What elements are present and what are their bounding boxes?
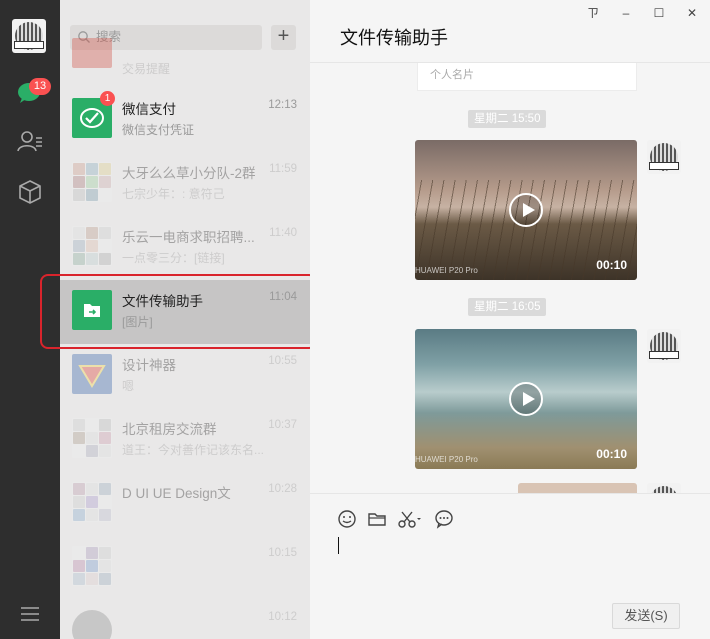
chat-item-contact[interactable]: 10:12	[60, 600, 310, 639]
video-duration: 00:10	[596, 447, 627, 461]
video-duration: 00:10	[596, 258, 627, 272]
chat-name: D UI UE Design文	[122, 486, 231, 501]
sender-avatar[interactable]	[647, 483, 681, 493]
message-list: 个人名片 星期二 15:50 HUAWEI P20 Pro 00:10 星期二 …	[310, 63, 710, 493]
scissors-icon[interactable]	[397, 509, 423, 529]
message-composer: 发送(S)	[310, 493, 710, 639]
text-input-caret[interactable]	[338, 537, 339, 554]
chat-item-file-transfer[interactable]: 文件传输助手 11:04 [图片]	[60, 280, 310, 344]
chat-name: 文件传输助手	[122, 294, 203, 309]
avatar-tag	[14, 41, 44, 49]
folder-icon[interactable]	[367, 509, 387, 529]
group-avatar	[72, 162, 112, 202]
favorites-box-icon[interactable]	[16, 178, 44, 206]
chat-item-group[interactable]: 乐云一电商求职招聘... 11:40 一点零三分：[链接]	[60, 216, 310, 280]
user-avatar[interactable]	[12, 19, 46, 53]
conversation-title: 文件传输助手	[340, 28, 448, 48]
chat-item-design-tools[interactable]: 设计神器 10:55 嗯	[60, 344, 310, 408]
chat-preview: [图片]	[122, 315, 153, 329]
close-button[interactable]: ✕	[682, 5, 702, 21]
chat-avatar	[72, 38, 112, 68]
superman-logo-icon	[78, 365, 106, 388]
group-avatar	[72, 226, 112, 266]
chat-time: 11:40	[269, 227, 297, 239]
chat-item-wechat-pay[interactable]: 1 微信支付 12:13 微信支付凭证	[60, 88, 310, 152]
contacts-icon[interactable]	[16, 128, 44, 156]
message-time: 星期二 16:05	[468, 298, 547, 316]
group-avatar	[72, 546, 112, 586]
minimize-button[interactable]: –	[616, 5, 636, 21]
chat-preview: 一点零三分：[链接]	[122, 251, 225, 265]
contact-card-message[interactable]: 个人名片	[417, 63, 637, 91]
chat-time: 11:59	[269, 163, 297, 175]
chat-name: 大牙么么草小分队-2群	[122, 166, 256, 181]
group-avatar	[72, 482, 112, 522]
chat-preview: 交易提醒	[122, 62, 171, 76]
menu-icon[interactable]	[16, 600, 44, 628]
chat-time: 10:12	[268, 611, 297, 623]
chat-time: 10:15	[268, 547, 297, 559]
chat-list-panel: 搜索 + 交易提醒 1 微信支付 12:13 微信支付凭证 大牙么么草小分队-2…	[60, 0, 310, 639]
video-message[interactable]: HUAWEI P20 Pro 00:10	[415, 329, 637, 469]
conversation-panel: 文件传输助手 ㄗ – ☐ ✕ 个人名片 星期二 15:50 HUAWEI P20…	[310, 0, 710, 639]
sender-avatar[interactable]	[647, 329, 681, 363]
play-icon[interactable]	[509, 193, 543, 227]
pin-icon[interactable]: ㄗ	[583, 5, 603, 21]
emoji-icon[interactable]	[337, 509, 357, 529]
send-button[interactable]: 发送(S)	[612, 603, 680, 629]
chat-item-group[interactable]: 大牙么么草小分队-2群 11:59 七宗少年：: 意符己	[60, 152, 310, 216]
camera-watermark: HUAWEI P20 Pro	[415, 455, 478, 464]
chat-time: 12:13	[268, 99, 297, 111]
chat-item-group[interactable]: D UI UE Design文 10:28	[60, 472, 310, 536]
chat-name: 乐云一电商求职招聘...	[122, 230, 255, 245]
chat-time: 10:28	[268, 483, 297, 495]
camera-watermark: HUAWEI P20 Pro	[415, 266, 478, 275]
unread-badge: 13	[29, 78, 51, 95]
chat-preview: 微信支付凭证	[122, 123, 195, 137]
video-message[interactable]: HUAWEI P20 Pro 00:10	[415, 140, 637, 280]
chat-item-group[interactable]: 北京租房交流群 10:37 道王：今对善作记该东名...	[60, 408, 310, 472]
maximize-button[interactable]: ☐	[649, 5, 669, 21]
group-avatar	[72, 418, 112, 458]
chat-name: 微信支付	[122, 102, 176, 117]
chat-preview: 嗯	[122, 379, 135, 393]
chat-preview: 七宗少年：: 意符己	[122, 187, 225, 201]
avatar-pattern	[650, 486, 678, 493]
chat-avatar	[72, 354, 112, 394]
chat-item-group[interactable]: 10:15	[60, 536, 310, 600]
conversation-header: 文件传输助手 ㄗ – ☐ ✕	[310, 0, 710, 63]
chat-time: 10:37	[268, 419, 297, 431]
chat-time: 11:04	[269, 291, 297, 303]
chat-item-transaction-alerts[interactable]: 交易提醒	[60, 30, 310, 78]
folder-transfer-icon	[84, 304, 100, 317]
play-icon[interactable]	[509, 382, 543, 416]
video-message[interactable]	[518, 483, 637, 493]
sidebar: 13	[0, 0, 60, 639]
chat-name: 设计神器	[122, 358, 176, 373]
chat-avatar	[72, 610, 112, 639]
avatar-tag	[649, 162, 679, 170]
sender-avatar[interactable]	[647, 140, 681, 174]
chat-preview: 道王：今对善作记该东名...	[122, 443, 265, 457]
avatar-tag	[649, 351, 679, 359]
chat-avatar	[72, 290, 112, 330]
chat-bubble-icon[interactable]	[434, 509, 454, 529]
chat-name: 北京租房交流群	[122, 422, 217, 437]
unread-badge: 1	[100, 91, 115, 106]
chat-time: 10:55	[268, 355, 297, 367]
message-time: 星期二 15:50	[468, 110, 547, 128]
